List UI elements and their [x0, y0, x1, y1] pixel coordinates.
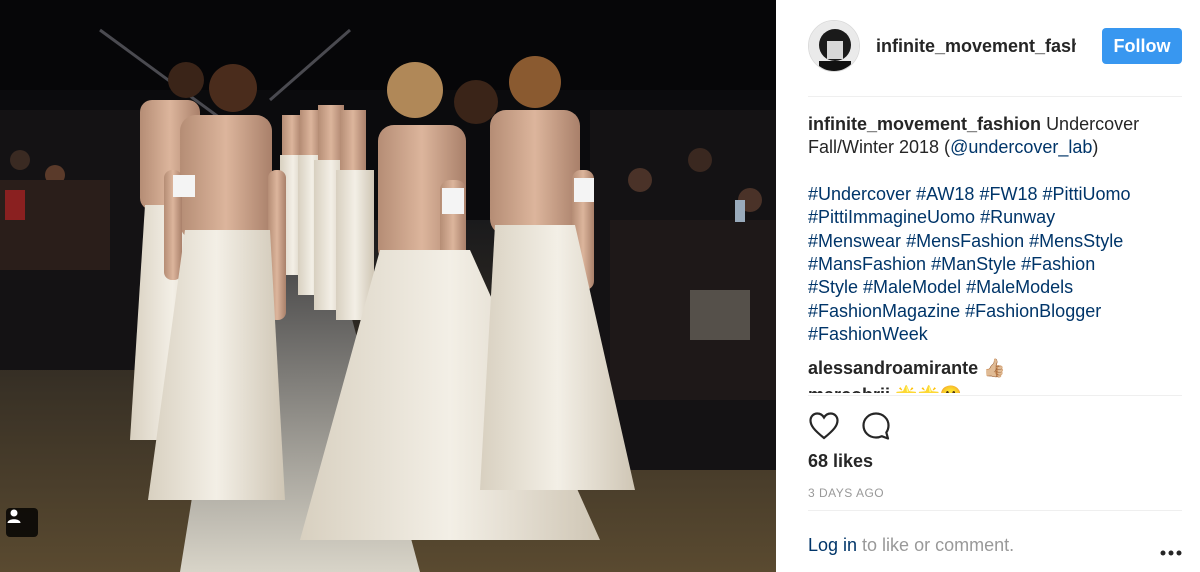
hashtag-link[interactable]: #Menswear	[808, 231, 901, 251]
hashtag-link[interactable]: #FashionBlogger	[965, 301, 1101, 321]
caption-text-end: )	[1092, 137, 1099, 158]
comment-text: 👍🏼	[983, 357, 1006, 378]
heart-icon[interactable]	[808, 408, 840, 444]
comment-username[interactable]: alessandroamirante	[808, 358, 978, 378]
hashtag-link[interactable]: #PittiUomo	[1043, 184, 1131, 204]
hashtag-list: #Undercover #AW18 #FW18 #PittiUomo #Pitt…	[808, 183, 1182, 347]
avatar[interactable]	[808, 20, 860, 72]
header-username[interactable]: infinite_movement_fashion	[876, 36, 1076, 57]
caption-username[interactable]: infinite_movement_fashion	[808, 114, 1041, 134]
hashtag-link[interactable]: #PittiImmagineUomo	[808, 207, 975, 227]
runway-image	[0, 0, 776, 572]
post-photo[interactable]	[0, 0, 776, 572]
divider	[808, 510, 1182, 511]
hashtag-link[interactable]: #ManStyle	[931, 254, 1016, 274]
comment-item: alessandroamirante 👍🏼	[808, 357, 1182, 380]
hashtag-link[interactable]: #Fashion	[1021, 254, 1095, 274]
hashtag-link[interactable]: #MaleModel	[863, 277, 961, 297]
comment-text: 🌟🌟😀	[895, 385, 962, 393]
hashtag-link[interactable]: #MaleModels	[966, 277, 1073, 297]
hashtag-link[interactable]: #MensFashion	[906, 231, 1024, 251]
comment-icon[interactable]	[860, 408, 892, 444]
login-prompt-text: to like or comment.	[857, 535, 1015, 555]
hashtag-link[interactable]: #Style	[808, 277, 858, 297]
hashtag-link[interactable]: #AW18	[916, 184, 974, 204]
post-header: infinite_movement_fashion Follow	[808, 20, 1182, 72]
post-sidebar: infinite_movement_fashion Follow infinit…	[776, 0, 1200, 572]
comment-username[interactable]: marcobrii	[808, 385, 890, 393]
caption-mention[interactable]: @undercover_lab	[950, 137, 1092, 157]
caption: infinite_movement_fashion Undercover Fal…	[808, 113, 1182, 347]
hashtag-link[interactable]: #MensStyle	[1029, 231, 1123, 251]
hashtag-link[interactable]: #Undercover	[808, 184, 911, 204]
post-timestamp: 3 DAYS AGO	[808, 486, 885, 500]
likes-count[interactable]: 68 likes	[808, 451, 873, 472]
hashtag-link[interactable]: #FW18	[979, 184, 1037, 204]
login-link[interactable]: Log in	[808, 535, 857, 555]
more-options-icon[interactable]	[1160, 544, 1182, 556]
hashtag-link[interactable]: #MansFashion	[808, 254, 926, 274]
divider	[808, 96, 1182, 97]
user-tag-icon[interactable]	[6, 508, 38, 537]
hashtag-link[interactable]: #FashionMagazine	[808, 301, 960, 321]
comments-section: infinite_movement_fashion Undercover Fal…	[808, 113, 1182, 393]
follow-button[interactable]: Follow	[1102, 28, 1182, 64]
comment-item: marcobrii 🌟🌟😀	[808, 384, 1182, 393]
action-bar	[808, 408, 892, 444]
hashtag-link[interactable]: #FashionWeek	[808, 324, 928, 344]
hashtag-link[interactable]: #Runway	[980, 207, 1055, 227]
login-prompt: Log in to like or comment.	[808, 535, 1014, 556]
divider	[808, 395, 1182, 396]
